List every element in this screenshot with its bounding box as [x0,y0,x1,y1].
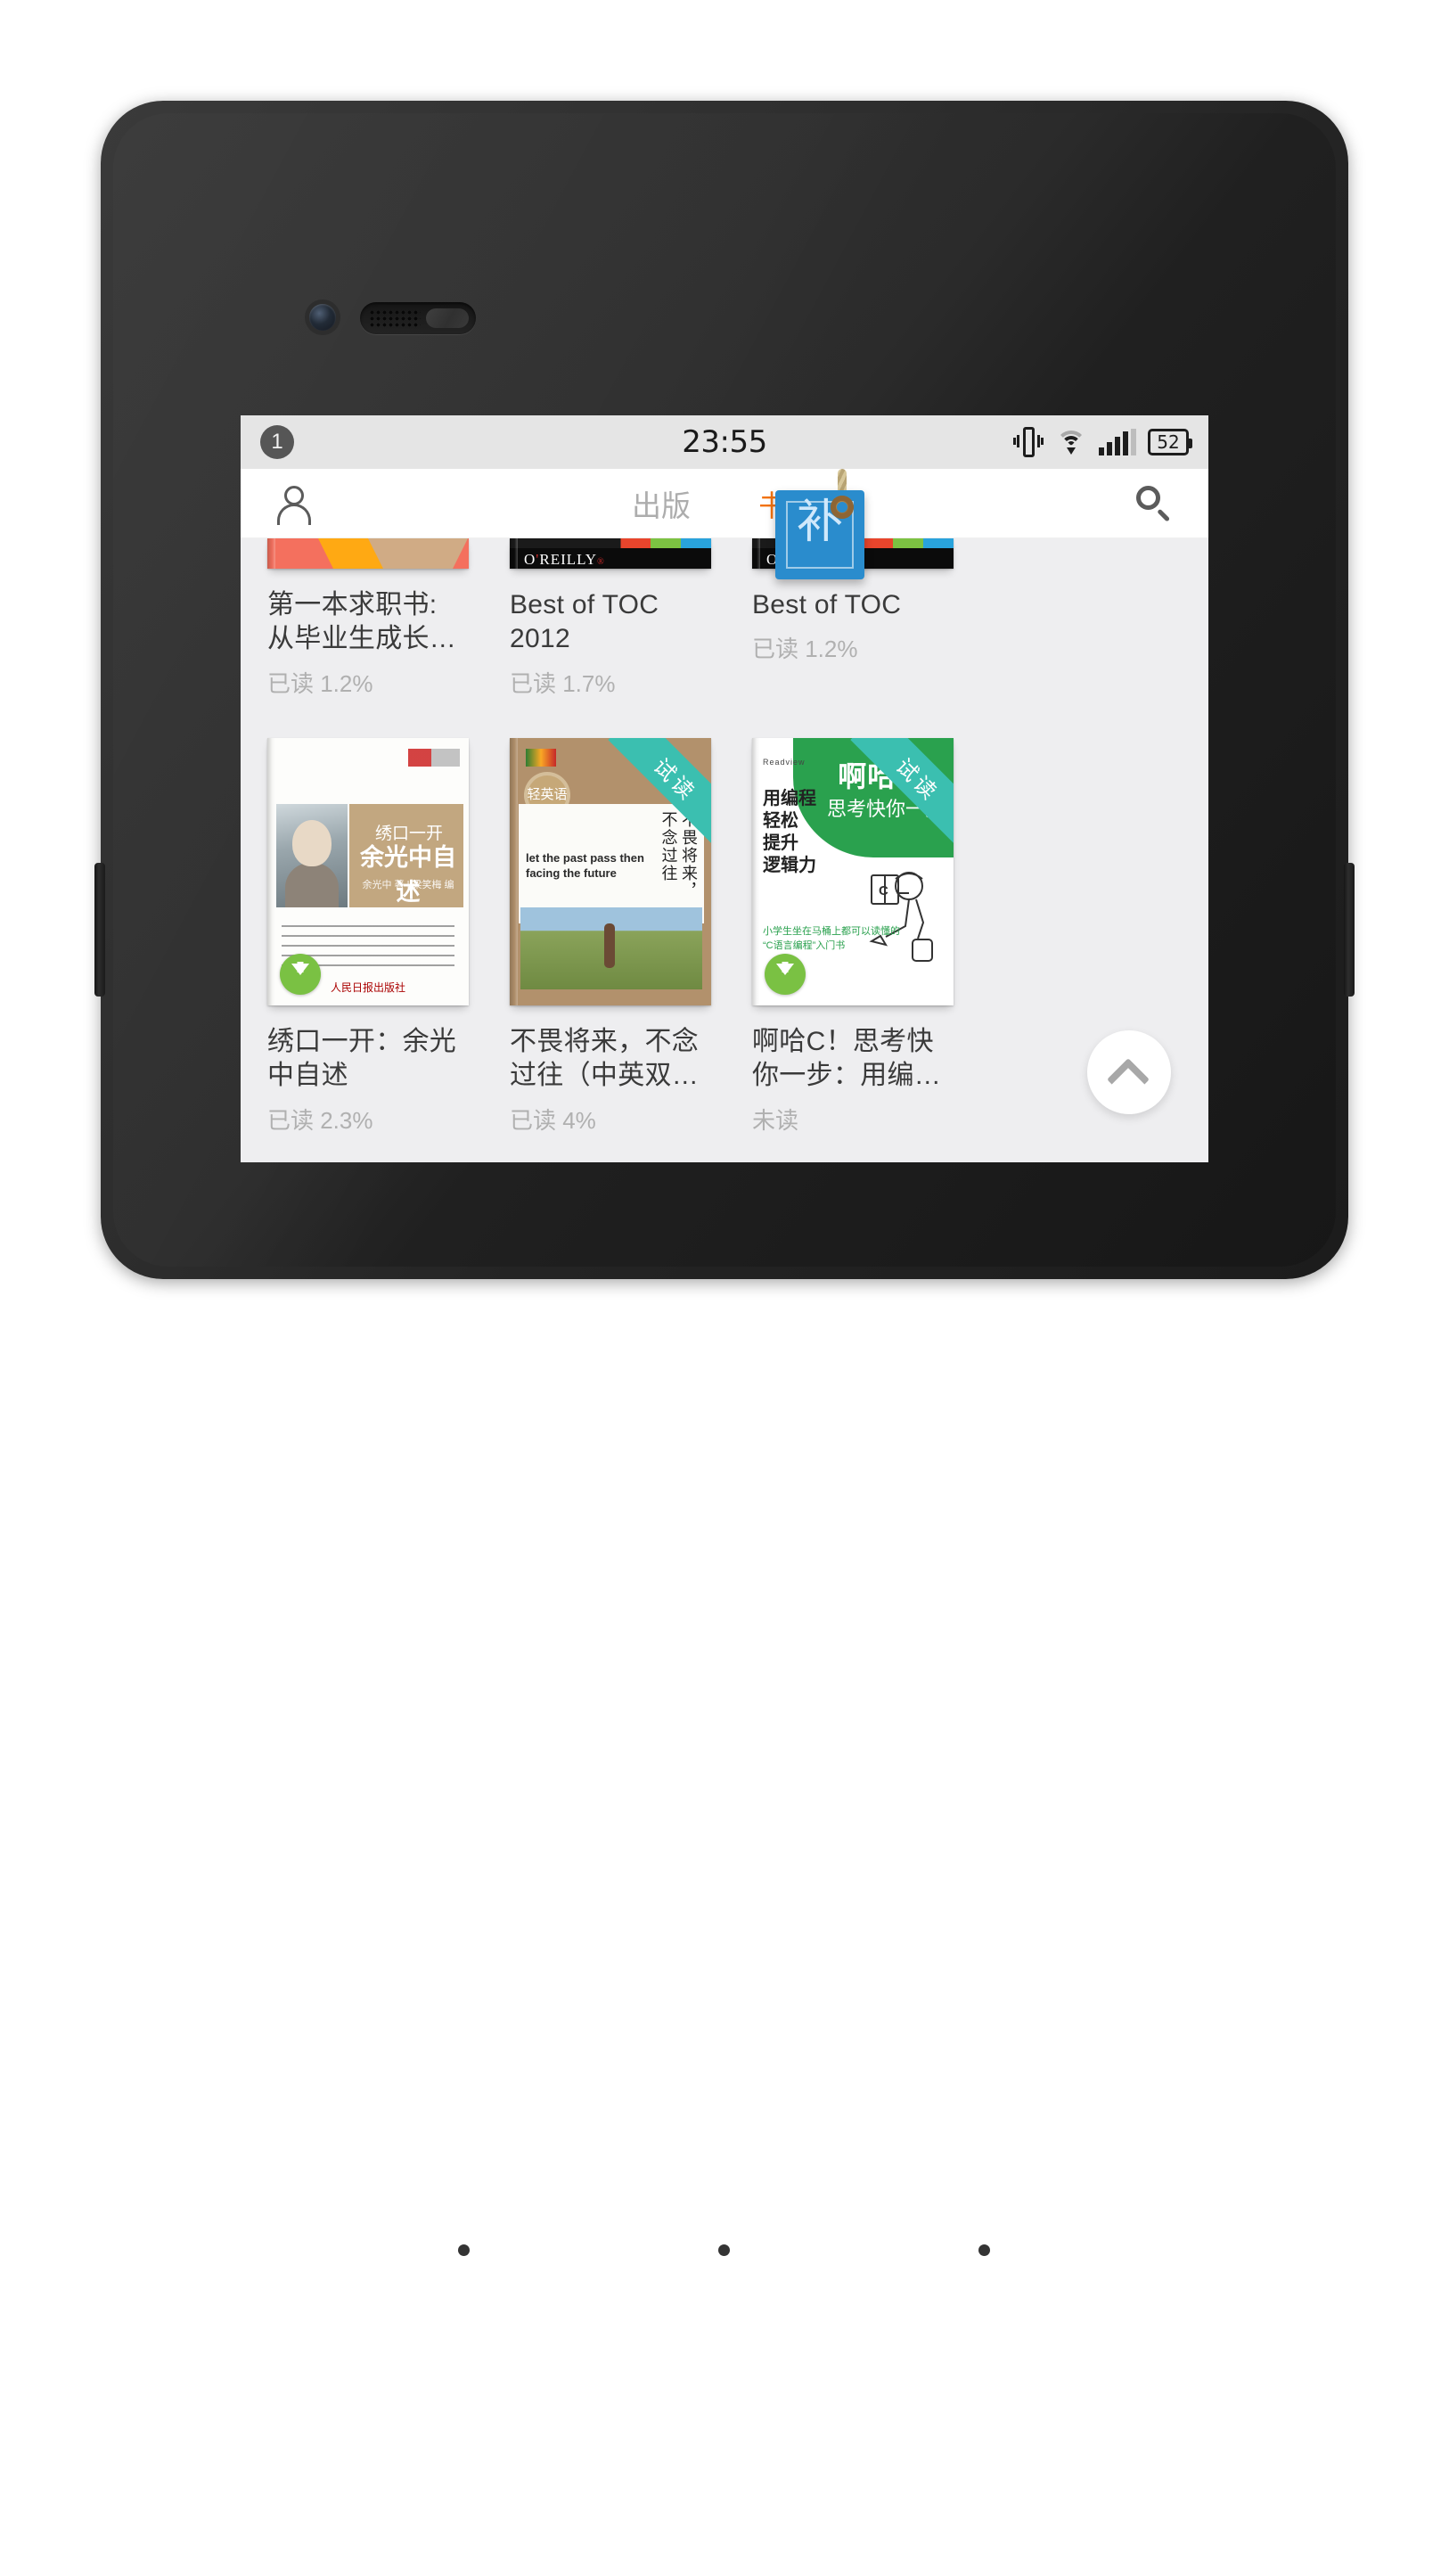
hang-tag-grommet [831,496,854,519]
nav-dot-home[interactable] [718,2244,730,2256]
book-card[interactable]: Readview 啊哈C! 思考快你一步 用编程 轻松 提升 逻辑力 C 小学生… [752,737,954,1136]
phone-screen: 1 23:55 52 出版 书架 [241,415,1208,1162]
book-progress: 已读 2.3% [267,1106,373,1134]
cover-brand: Readview [763,757,806,767]
scroll-to-top-button[interactable] [1087,1030,1171,1114]
cover-illustration: C [869,871,933,962]
cover-title-line2: 余光中自述 [360,843,456,906]
status-bar: 1 23:55 52 [241,415,1208,469]
bookshelf-row: 第一本求职书: 从毕业生成长… 已读 1.2% O'REILLY® Best o… [267,538,1182,699]
book-title: 啊哈C！思考快 你一步：用编… [752,1026,942,1091]
earpiece-speaker-icon [360,302,476,334]
hang-tag-badge[interactable]: 补 [775,469,864,579]
volume-button[interactable] [94,863,105,997]
book-cover[interactable] [267,538,469,569]
person-icon[interactable] [276,484,312,525]
book-cover[interactable]: O'REILLY® [510,538,711,569]
book-cover[interactable]: 绣口一开 余光中自述 余光中 著 | 梁笑梅 编 人民日报出版社 [267,737,469,1005]
book-card[interactable]: 轻英语 let the past pass then facing the fu… [510,737,711,1136]
front-camera-icon [309,304,336,331]
search-icon[interactable] [1135,485,1173,522]
book-progress: 未读 [752,1106,799,1134]
chevron-up-icon [1106,1057,1150,1102]
cover-note: 小学生坐在马桶上都可以读懂的 “C语言编程”入门书 [763,925,900,952]
vibrate-icon [1013,424,1044,460]
cover-en-title: let the past pass then facing the future [526,850,644,881]
book-progress: 已读 1.7% [510,669,616,697]
book-card[interactable]: 第一本求职书: 从毕业生成长… 已读 1.2% [267,538,469,699]
book-cover[interactable]: Readview 啊哈C! 思考快你一步 用编程 轻松 提升 逻辑力 C 小学生… [752,737,954,1005]
bookshelf-row: 绣口一开 余光中自述 余光中 著 | 梁笑梅 编 人民日报出版社 绣口一开：余光… [267,737,1182,1136]
cover-author: 余光中 著 | 梁笑梅 编 [362,879,454,890]
book-title: 不畏将来，不念 过往（中英双… [510,1026,700,1091]
svg-text:C: C [879,883,888,898]
book-card[interactable]: 绣口一开 余光中自述 余光中 著 | 梁笑梅 编 人民日报出版社 绣口一开：余光… [267,737,469,1136]
download-badge-icon[interactable] [280,953,321,995]
battery-icon: 52 [1148,429,1192,455]
power-button[interactable] [1344,863,1355,997]
nav-dot-back[interactable] [458,2244,470,2256]
cover-left-title: 用编程 轻松 提升 逻辑力 [763,788,816,875]
book-title: Best of TOC 2012 [510,590,659,654]
oreilly-logo: O'REILLY® [524,551,605,568]
book-title: 第一本求职书: 从毕业生成长… [267,590,457,654]
tab-bar: 出版 书架 [241,469,1208,537]
download-badge-icon[interactable] [765,953,806,995]
book-title: Best of TOC [752,590,902,619]
book-progress: 已读 1.2% [752,636,858,663]
book-card[interactable]: O'REILLY® Best of TOC 2012 已读 1.7% [510,538,711,699]
book-progress: 已读 4% [510,1106,596,1134]
wifi-icon [1055,429,1087,455]
bookshelf-grid: 第一本求职书: 从毕业生成长… 已读 1.2% O'REILLY® Best o… [241,538,1208,1162]
nav-dot-recents[interactable] [978,2244,990,2256]
app-bar: 出版 书架 [241,469,1208,538]
tab-publish[interactable]: 出版 [632,482,691,525]
book-title: 绣口一开：余光 中自述 [267,1026,457,1091]
battery-level: 52 [1157,431,1180,453]
book-progress: 已读 1.2% [267,669,373,697]
book-cover[interactable]: 轻英语 let the past pass then facing the fu… [510,737,711,1005]
